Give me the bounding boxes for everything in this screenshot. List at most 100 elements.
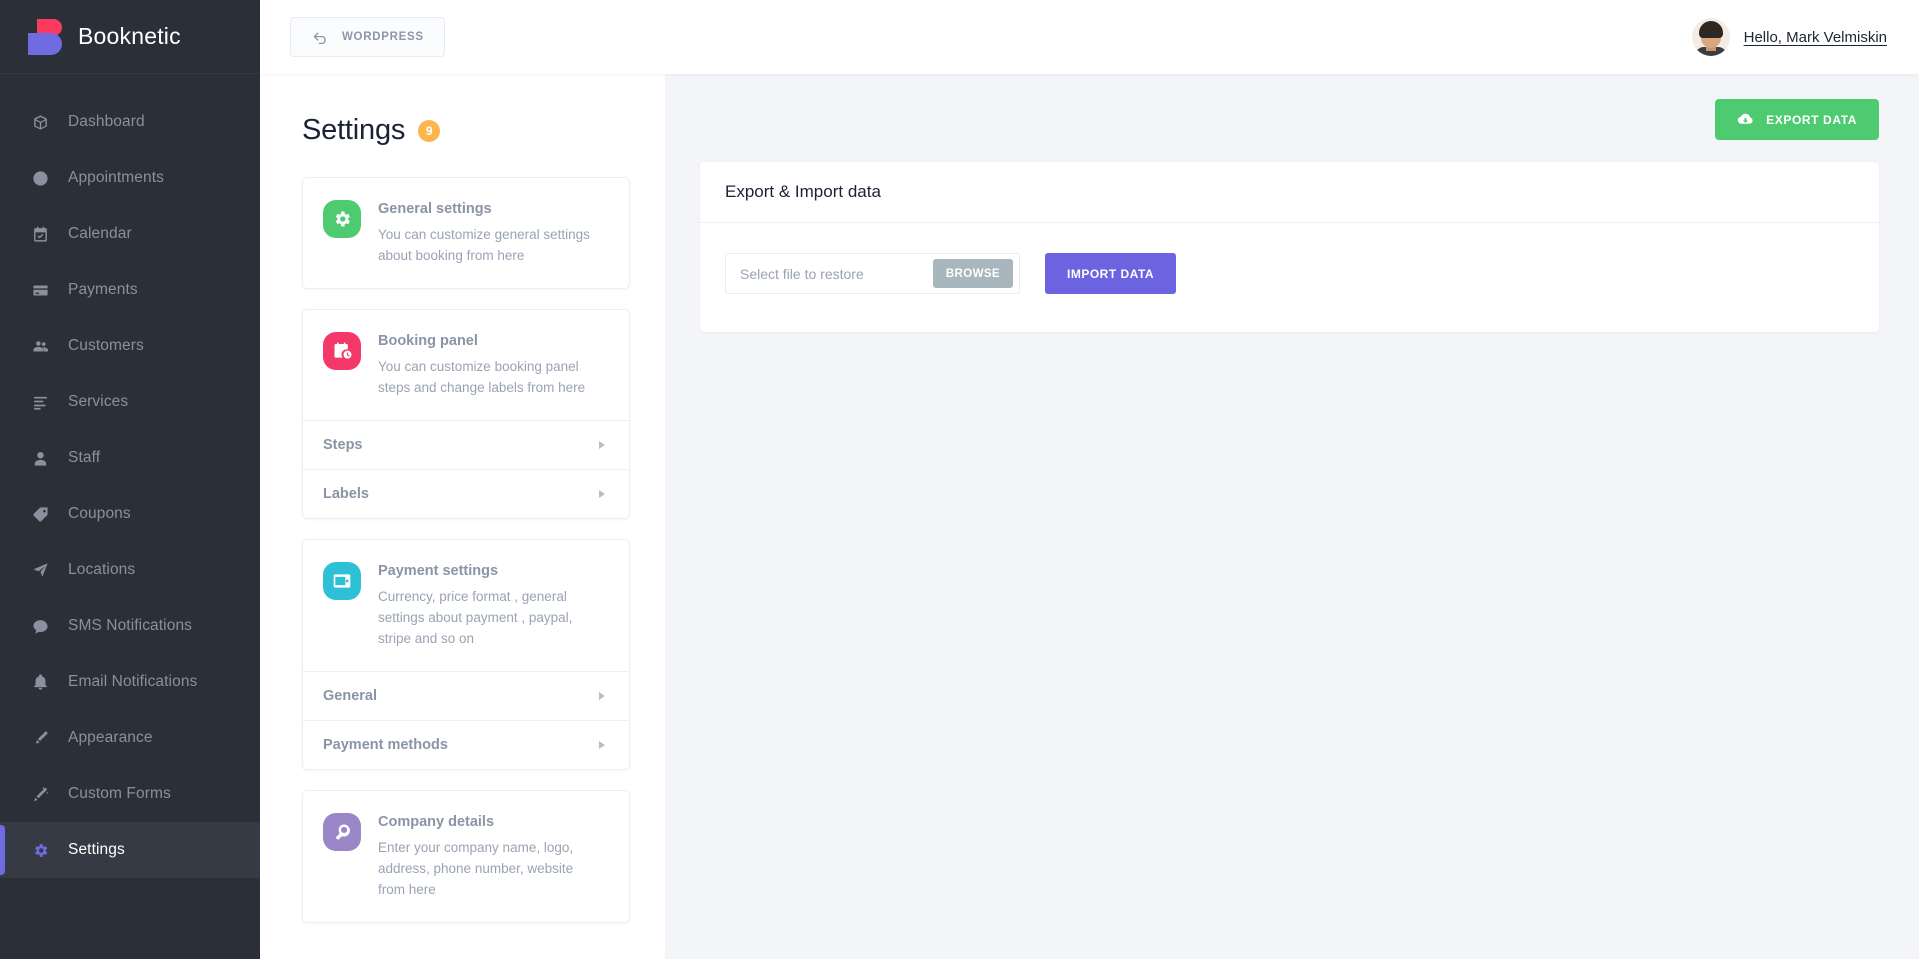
brand-name: Booknetic xyxy=(78,23,181,49)
sidebar-nav: Dashboard Appointments Calendar Payments… xyxy=(0,74,260,959)
user-menu[interactable]: Hello, Mark Velmiskin xyxy=(1691,18,1887,56)
settings-count-badge: 9 xyxy=(418,119,441,142)
body-area: Settings 9 General settings You can cust… xyxy=(260,74,1919,959)
sidebar-item-label: Settings xyxy=(68,841,125,858)
settings-card-title: Company details xyxy=(378,814,495,830)
settings-card-text: Company details Enter your company name,… xyxy=(378,813,593,900)
restore-file-field[interactable]: Select file to restore BROWSE xyxy=(725,253,1020,294)
wallet-icon xyxy=(30,280,50,300)
panel-body: Select file to restore BROWSE IMPORT DAT… xyxy=(700,223,1879,332)
settings-subitem-steps[interactable]: Steps xyxy=(303,420,629,469)
sidebar-item-services[interactable]: Services xyxy=(0,374,260,430)
sidebar-item-label: Dashboard xyxy=(68,113,145,130)
settings-card-text: Booking panel You can customize booking … xyxy=(378,332,593,398)
brush-icon xyxy=(30,728,50,748)
sidebar-item-appointments[interactable]: Appointments xyxy=(0,150,260,206)
panel-header: Export & Import data xyxy=(700,162,1879,223)
calendar-clock-icon xyxy=(323,332,361,370)
sidebar-item-label: Services xyxy=(68,393,129,410)
user-greeting: Hello, Mark Velmiskin xyxy=(1743,28,1887,46)
settings-card-header[interactable]: Payment settings Currency, price format … xyxy=(303,540,629,671)
sidebar-item-coupons[interactable]: Coupons xyxy=(0,486,260,542)
wallet-icon xyxy=(323,562,361,600)
users-icon xyxy=(30,336,50,356)
brand[interactable]: Booknetic xyxy=(0,0,260,74)
settings-card-desc: Enter your company name, logo, address, … xyxy=(378,840,574,897)
settings-card-header[interactable]: General settings You can customize gener… xyxy=(303,178,629,288)
caret-right-icon xyxy=(599,741,605,749)
caret-right-icon xyxy=(599,692,605,700)
caret-right-icon xyxy=(599,490,605,498)
export-data-button[interactable]: EXPORT DATA xyxy=(1715,99,1879,140)
bell-icon xyxy=(30,672,50,692)
sidebar-item-label: Calendar xyxy=(68,225,132,242)
main-panel-area: EXPORT DATA Export & Import data Select … xyxy=(665,74,1919,959)
settings-card-title: General settings xyxy=(378,201,492,217)
calendar-check-icon xyxy=(30,224,50,244)
settings-card-header[interactable]: Company details Enter your company name,… xyxy=(303,791,629,922)
sidebar-item-label: Customers xyxy=(68,337,144,354)
wordpress-button-label: WORDPRESS xyxy=(342,31,424,43)
sidebar-item-sms-notifications[interactable]: SMS Notifications xyxy=(0,598,260,654)
settings-card-desc: You can customize booking panel steps an… xyxy=(378,359,586,395)
browse-button[interactable]: BROWSE xyxy=(932,259,1013,288)
sidebar-item-label: Email Notifications xyxy=(68,673,198,690)
sidebar-item-customers[interactable]: Customers xyxy=(0,318,260,374)
settings-subitem-label: Labels xyxy=(323,486,369,502)
tag-icon xyxy=(30,504,50,524)
sidebar-item-email-notifications[interactable]: Email Notifications xyxy=(0,654,260,710)
settings-subitem-payment-general[interactable]: General xyxy=(303,671,629,720)
wordpress-button[interactable]: WORDPRESS xyxy=(290,17,445,57)
sidebar-item-staff[interactable]: Staff xyxy=(0,430,260,486)
settings-subitem-labels[interactable]: Labels xyxy=(303,469,629,518)
page-title-row: Settings 9 xyxy=(302,114,630,147)
magic-wand-icon xyxy=(30,784,50,804)
settings-card-general[interactable]: General settings You can customize gener… xyxy=(302,177,630,289)
sidebar-item-label: Appearance xyxy=(68,729,153,746)
export-import-panel: Export & Import data Select file to rest… xyxy=(700,162,1879,332)
settings-card-payment[interactable]: Payment settings Currency, price format … xyxy=(302,539,630,770)
avatar xyxy=(1691,18,1730,56)
booknetic-logo-icon xyxy=(28,18,62,55)
settings-card-title: Payment settings xyxy=(378,563,499,579)
bulb-idea-icon xyxy=(323,813,361,851)
sidebar-item-appearance[interactable]: Appearance xyxy=(0,710,260,766)
settings-subitem-payment-methods[interactable]: Payment methods xyxy=(303,720,629,769)
paper-plane-icon xyxy=(30,560,50,580)
settings-card-header[interactable]: Booking panel You can customize booking … xyxy=(303,310,629,420)
settings-card-company-details[interactable]: Company details Enter your company name,… xyxy=(302,790,630,923)
settings-card-booking-panel[interactable]: Booking panel You can customize booking … xyxy=(302,309,630,519)
list-icon xyxy=(30,392,50,412)
settings-subitem-label: Payment methods xyxy=(323,737,448,753)
sidebar-item-label: Staff xyxy=(68,449,101,466)
sidebar-item-label: Locations xyxy=(68,561,136,578)
settings-card-desc: Currency, price format , general setting… xyxy=(378,589,573,646)
sidebar-item-custom-forms[interactable]: Custom Forms xyxy=(0,766,260,822)
panel-title: Export & Import data xyxy=(725,182,881,201)
gear-icon xyxy=(30,840,50,860)
settings-subitem-label: General xyxy=(323,688,377,704)
clock-icon xyxy=(30,168,50,188)
sidebar-item-label: Coupons xyxy=(68,505,131,522)
main-actions: EXPORT DATA xyxy=(700,99,1879,140)
sidebar-item-locations[interactable]: Locations xyxy=(0,542,260,598)
restore-file-placeholder: Select file to restore xyxy=(740,265,864,282)
sidebar-item-label: Custom Forms xyxy=(68,785,171,802)
settings-card-text: General settings You can customize gener… xyxy=(378,200,593,266)
page-title: Settings xyxy=(302,114,406,146)
app-root: Booknetic Dashboard Appointments Calenda… xyxy=(0,0,1919,959)
sidebar-item-settings[interactable]: Settings xyxy=(0,822,260,878)
user-icon xyxy=(30,448,50,468)
settings-card-title: Booking panel xyxy=(378,333,478,349)
settings-card-desc: You can customize general settings about… xyxy=(378,227,590,263)
sidebar: Booknetic Dashboard Appointments Calenda… xyxy=(0,0,260,959)
back-arrow-icon xyxy=(311,28,329,46)
topbar: WORDPRESS Hello, Mark Velmiskin xyxy=(260,0,1919,74)
caret-right-icon xyxy=(599,441,605,449)
import-data-button[interactable]: IMPORT DATA xyxy=(1045,253,1177,294)
gear-icon xyxy=(323,200,361,238)
sidebar-item-payments[interactable]: Payments xyxy=(0,262,260,318)
sidebar-item-dashboard[interactable]: Dashboard xyxy=(0,94,260,150)
sidebar-item-calendar[interactable]: Calendar xyxy=(0,206,260,262)
sidebar-item-label: Payments xyxy=(68,281,138,298)
